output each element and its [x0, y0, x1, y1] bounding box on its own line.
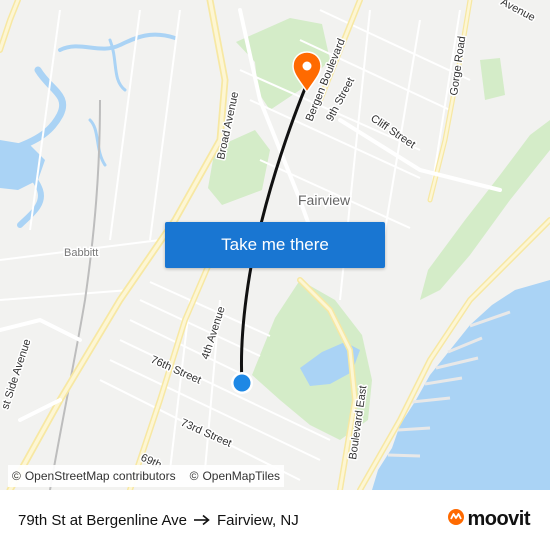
- take-me-there-button[interactable]: Take me there: [165, 222, 385, 268]
- osm-contributors-link[interactable]: OpenStreetMap contributors: [25, 469, 176, 483]
- moovit-logo: moovit: [447, 508, 530, 531]
- route-footer: 79th St at Bergenline Ave Fairview, NJ m…: [0, 490, 550, 550]
- arrow-right-icon: [193, 514, 211, 526]
- map-attribution: © OpenStreetMap contributors © OpenMapTi…: [8, 465, 285, 487]
- origin-marker[interactable]: [231, 372, 253, 394]
- route-destination-text: Fairview, NJ: [217, 511, 299, 529]
- babbitt-label: Babbitt: [64, 247, 98, 259]
- moovit-logo-icon: [447, 508, 465, 531]
- moovit-wordmark: moovit: [467, 508, 530, 530]
- fairview-label: Fairview: [298, 192, 351, 208]
- route-origin-text: 79th St at Bergenline Ave: [18, 511, 188, 529]
- openmaptiles-link[interactable]: OpenMapTiles: [202, 469, 280, 483]
- copyright-symbol-2: ©: [189, 469, 199, 483]
- copyright-symbol: ©: [12, 469, 21, 483]
